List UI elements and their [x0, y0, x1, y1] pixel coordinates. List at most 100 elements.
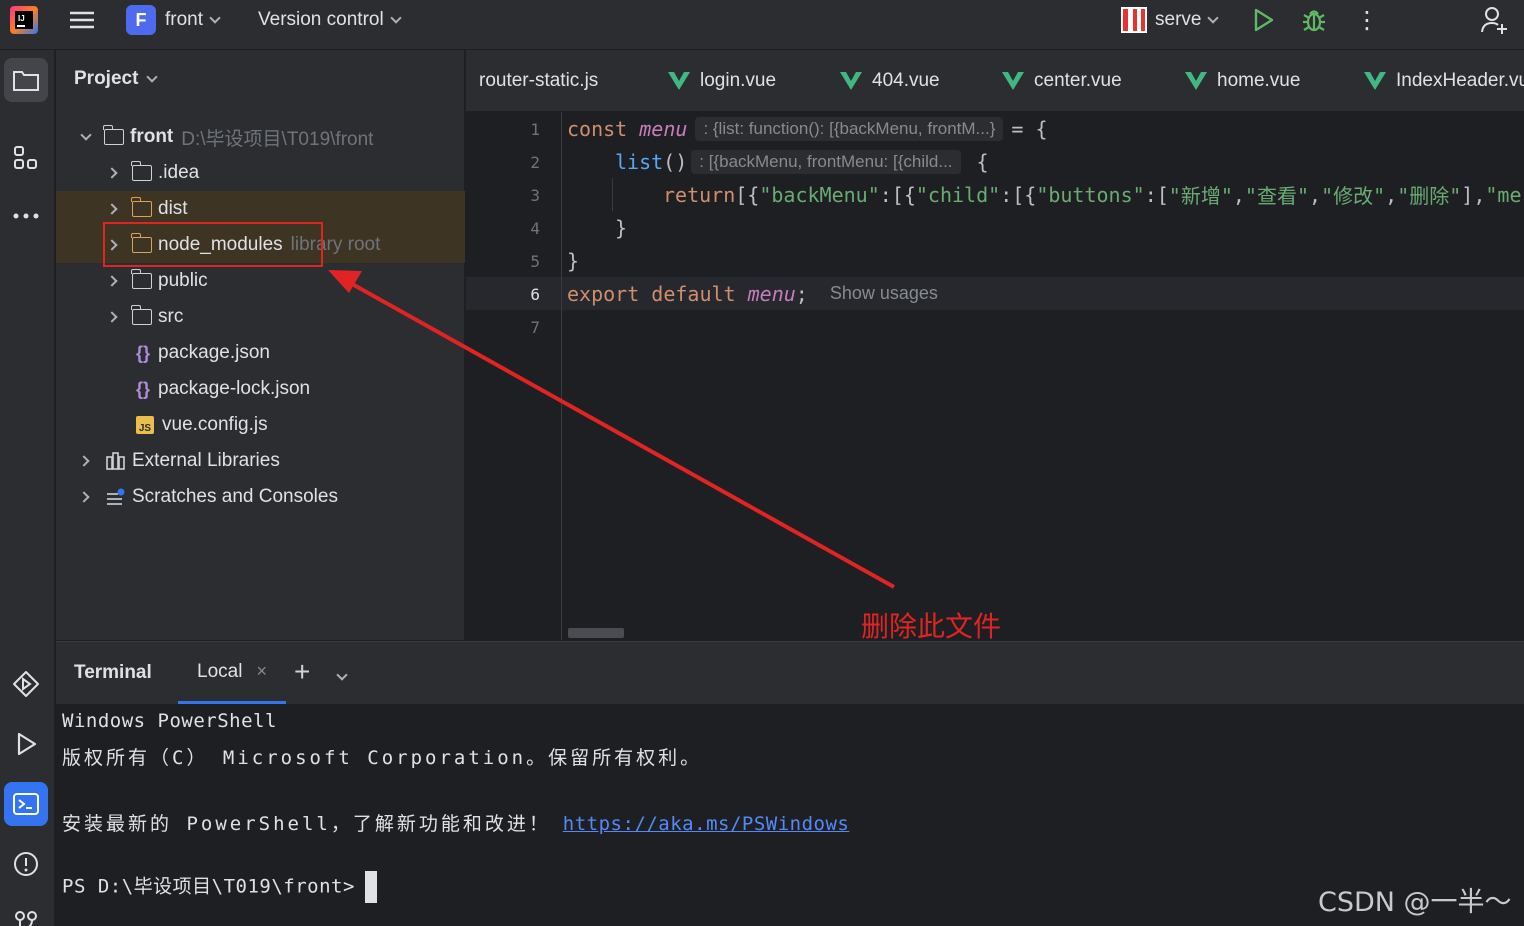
expand-arrow-icon[interactable]	[106, 203, 118, 215]
line-number: 7	[530, 318, 540, 337]
project-name: front	[165, 9, 204, 30]
string-literal: "child"	[915, 182, 1001, 207]
expand-arrow-icon[interactable]	[106, 167, 118, 179]
chevron-down-icon	[1207, 11, 1220, 24]
terminal-prompt-line[interactable]: PS D:\毕设项目\T019\front>	[62, 871, 377, 903]
svg-text:IJ: IJ	[18, 14, 25, 23]
terminal-tool-button[interactable]	[4, 782, 48, 826]
terminal-output-line: 安装最新的 PowerShell，了解新功能和改进！ https://aka.m…	[62, 809, 849, 836]
code-text: :[	[1144, 182, 1169, 207]
main-menu-icon[interactable]	[68, 8, 96, 32]
npm-icon	[1121, 7, 1147, 33]
inlay-type-hint[interactable]: : {list: function(): [{backMenu, frontM.…	[695, 116, 1004, 141]
project-selector[interactable]: front	[165, 0, 221, 40]
tree-row-src[interactable]: src	[56, 299, 465, 335]
git-icon	[15, 911, 37, 926]
tree-row-package-lock-json[interactable]: {} package-lock.json	[56, 371, 465, 407]
string-literal: "buttons"	[1036, 182, 1145, 207]
editor-tab[interactable]: router-static.js	[479, 50, 598, 112]
tree-row-package-json[interactable]: {} package.json	[56, 335, 465, 371]
new-terminal-button[interactable]: +	[294, 656, 310, 688]
folder-icon	[131, 269, 152, 289]
more-tools-button[interactable]	[4, 194, 48, 238]
debug-button[interactable]	[1300, 0, 1328, 40]
project-panel-header[interactable]: Project	[74, 68, 159, 90]
tree-row-public[interactable]: public	[56, 263, 465, 299]
terminal-header: Terminal Local × +	[56, 642, 1524, 704]
expand-arrow-icon[interactable]	[80, 129, 92, 141]
git-tool-button[interactable]	[4, 900, 48, 926]
ide-logo-icon[interactable]: IJ	[10, 6, 38, 34]
version-control-label: Version control	[258, 9, 384, 30]
line-number: 5	[530, 252, 540, 271]
problems-icon	[14, 852, 38, 876]
more-actions-button[interactable]: ⋮	[1355, 0, 1379, 40]
annotation-highlight-box	[103, 222, 323, 267]
project-panel: Project front D:\毕设项目\T019\front .idea d…	[56, 50, 465, 640]
horizontal-scrollbar[interactable]	[568, 628, 624, 638]
vue-icon	[668, 72, 690, 90]
editor-tab[interactable]: IndexHeader.vu	[1364, 50, 1524, 112]
terminal-tab-local[interactable]: Local ×	[178, 642, 286, 704]
editor-tab[interactable]: login.vue	[668, 50, 776, 112]
more-horizontal-icon	[13, 213, 39, 219]
keyword: const	[567, 116, 628, 141]
expand-arrow-icon[interactable]	[78, 491, 90, 503]
terminal-options-button[interactable]	[336, 666, 348, 684]
code-text: {	[976, 149, 989, 174]
expand-arrow-icon[interactable]	[78, 455, 90, 467]
expand-arrow-icon[interactable]	[106, 275, 118, 287]
code-text: :[{	[1000, 182, 1037, 207]
tree-row-idea[interactable]: .idea	[56, 155, 465, 191]
tree-row-external-libraries[interactable]: External Libraries	[56, 443, 465, 479]
excluded-folder-icon	[131, 197, 152, 217]
tree-row-vue-config[interactable]: JS vue.config.js	[56, 407, 465, 443]
problems-tool-button[interactable]	[4, 842, 48, 886]
version-control-menu[interactable]: Version control	[258, 0, 402, 40]
line-number-gutter: 1 2 3 4 5 6 7	[466, 112, 562, 640]
editor-tab[interactable]: 404.vue	[840, 50, 940, 112]
code-line-5: }	[567, 244, 579, 277]
tab-label: login.vue	[700, 70, 777, 91]
libraries-icon	[106, 452, 125, 470]
code-line-1: const menu: {list: function(): [{backMen…	[567, 112, 1048, 145]
powershell-link[interactable]: https://aka.ms/PSWindows	[563, 813, 850, 835]
json-file-icon: {}	[136, 342, 151, 363]
scratches-icon	[107, 488, 125, 505]
services-tool-button[interactable]	[4, 662, 48, 706]
terminal-output-line: Windows PowerShell	[62, 710, 277, 732]
code-line-4: }	[567, 211, 627, 244]
tab-label: center.vue	[1034, 70, 1122, 91]
line-number: 3	[530, 186, 540, 205]
editor-tab[interactable]: home.vue	[1185, 50, 1300, 112]
project-badge[interactable]: F	[126, 5, 156, 35]
line-number: 2	[530, 153, 540, 172]
expand-arrow-icon[interactable]	[106, 311, 118, 323]
add-user-button[interactable]	[1480, 0, 1510, 40]
tree-row-root[interactable]: front D:\毕设项目\T019\front	[56, 119, 465, 155]
structure-tool-button[interactable]	[4, 136, 48, 180]
string-literal: "backMenu"	[759, 182, 880, 207]
show-usages-hint[interactable]: Show usages	[830, 283, 938, 304]
run-configuration-selector[interactable]: serve	[1121, 0, 1220, 40]
inlay-type-hint[interactable]: : [{backMenu, frontMenu: [{child...	[691, 149, 961, 174]
project-tool-button[interactable]	[4, 58, 48, 102]
variable: menu	[747, 281, 796, 306]
vue-icon	[1185, 72, 1207, 90]
line-number: 6	[530, 285, 540, 304]
code-line-2: list(): [{backMenu, frontMenu: [{child..…	[567, 145, 989, 178]
watermark: CSDN @一半～	[1318, 887, 1512, 918]
close-icon[interactable]: ×	[256, 661, 267, 682]
terminal-title: Terminal	[74, 662, 152, 683]
tree-item-label: vue.config.js	[162, 414, 268, 435]
code-text: :[{	[879, 182, 916, 207]
run-button[interactable]	[1250, 0, 1276, 40]
code-text: ,	[1309, 182, 1322, 207]
terminal-tab-label: Local	[197, 660, 243, 682]
tree-row-scratches[interactable]: Scratches and Consoles	[56, 479, 465, 515]
editor-tab[interactable]: center.vue	[1002, 50, 1122, 112]
code-text: ,	[1385, 182, 1398, 207]
code-editor[interactable]: 1 2 3 4 5 6 7 const menu: {list: functio…	[466, 112, 1524, 640]
string-literal: "修改"	[1321, 184, 1386, 208]
run-tool-button[interactable]	[4, 722, 48, 766]
